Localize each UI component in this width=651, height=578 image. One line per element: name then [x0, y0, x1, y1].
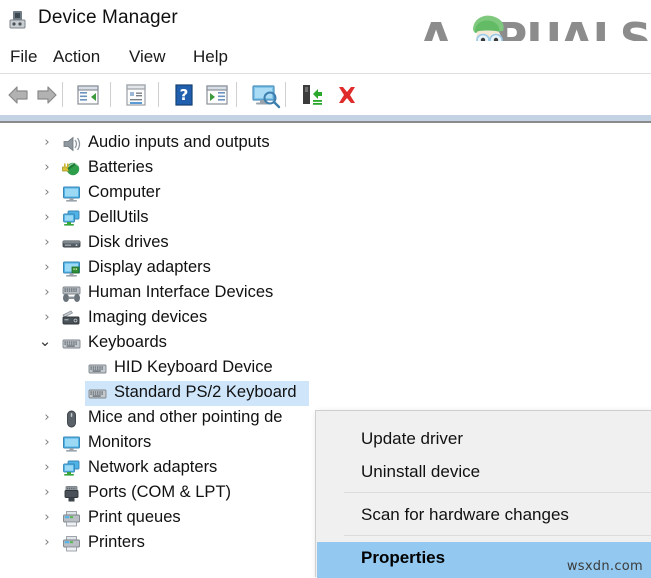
chevron-right-icon[interactable]: › [40, 436, 54, 450]
watermark: wsxdn.com [566, 559, 643, 574]
chevron-right-icon[interactable]: › [40, 486, 54, 500]
tree-row-label: Keyboards [88, 333, 167, 351]
toolbar-separator [285, 82, 286, 107]
context-menu-item-label: Scan for hardware changes [361, 505, 569, 524]
tree-row[interactable]: › Display adapters [0, 256, 651, 281]
chevron-right-icon[interactable]: › [40, 511, 54, 525]
tree-row-label: Human Interface Devices [88, 283, 274, 301]
tree-row-label: Network adapters [88, 458, 218, 476]
help-icon[interactable]: ? [170, 81, 198, 109]
menu-view[interactable]: View [127, 47, 168, 67]
uninstall-device-icon[interactable] [333, 81, 361, 109]
menu-bar: File Action View Help [0, 41, 651, 74]
tree-row[interactable]: › Disk drives [0, 231, 651, 256]
toolbar-separator [62, 82, 63, 107]
chevron-right-icon[interactable]: › [40, 311, 54, 325]
tree-row-label: Audio inputs and outputs [88, 133, 270, 151]
enable-device-icon[interactable] [297, 81, 325, 109]
keyboard-icon [88, 385, 107, 403]
keyboard-icon [62, 335, 81, 353]
speaker-icon [62, 135, 81, 153]
device-manager-icon [8, 9, 30, 31]
chevron-right-icon[interactable]: › [40, 286, 54, 300]
menu-action[interactable]: Action [51, 47, 102, 67]
tree-row-label: Standard PS/2 Keyboard [114, 383, 297, 401]
printer-icon [62, 535, 81, 553]
toolbar-separator [110, 82, 111, 107]
tree-row-label: Display adapters [88, 258, 211, 276]
imaging-device-icon [62, 310, 81, 328]
context-menu-item-label: Update driver [361, 429, 464, 448]
svg-text:?: ? [180, 86, 189, 104]
tree-row[interactable]: HID Keyboard Device [0, 356, 651, 381]
chevron-down-icon[interactable]: ⌄ [38, 334, 52, 349]
chevron-right-icon[interactable]: › [40, 261, 54, 275]
context-menu-item-label: Properties [361, 548, 446, 567]
network-adapter-icon [62, 460, 81, 478]
update-driver-icon[interactable] [203, 81, 231, 109]
dellutils-icon [62, 210, 81, 228]
tree-row-label: HID Keyboard Device [114, 358, 273, 376]
chevron-right-icon[interactable]: › [40, 236, 54, 250]
context-menu[interactable]: Update driver Uninstall device Scan for … [315, 410, 651, 578]
toolbar-separator [236, 82, 237, 107]
context-menu-separator [344, 492, 651, 493]
tree-row-label: Print queues [88, 508, 181, 526]
chevron-right-icon[interactable]: › [40, 136, 54, 150]
context-menu-item-uninstall-device[interactable]: Uninstall device [317, 456, 651, 489]
tree-row-label: Mice and other pointing de [88, 408, 283, 426]
monitor-icon [62, 435, 81, 453]
properties-icon[interactable] [122, 81, 150, 109]
tree-row-selected[interactable]: Standard PS/2 Keyboard [0, 381, 651, 406]
tree-row-label: Computer [88, 183, 161, 201]
battery-icon [62, 160, 81, 178]
tree-row-label: Printers [88, 533, 145, 551]
keyboard-icon [88, 360, 107, 378]
tree-row[interactable]: › Computer [0, 181, 651, 206]
chevron-right-icon[interactable]: › [40, 536, 54, 550]
tree-row-label: Imaging devices [88, 308, 208, 326]
display-adapter-icon [62, 260, 81, 278]
tree-row[interactable]: ⌄ Keyboards [0, 331, 651, 356]
show-hidden-pane-icon[interactable] [74, 81, 102, 109]
chevron-right-icon[interactable]: › [40, 186, 54, 200]
back-arrow-icon[interactable] [5, 81, 33, 109]
page-title: Device Manager [38, 7, 178, 28]
forward-arrow-icon[interactable] [32, 81, 60, 109]
chevron-right-icon[interactable]: › [40, 161, 54, 175]
tree-row-label: Batteries [88, 158, 154, 176]
tree-row-label: Monitors [88, 433, 152, 451]
mouse-icon [62, 410, 81, 428]
chevron-right-icon[interactable]: › [40, 211, 54, 225]
printer-icon [62, 510, 81, 528]
port-icon [62, 485, 81, 503]
computer-icon [62, 185, 81, 203]
menu-help[interactable]: Help [191, 47, 230, 67]
hid-icon [62, 285, 81, 303]
context-menu-item-update-driver[interactable]: Update driver [317, 423, 651, 456]
tree-row[interactable]: › Imaging devices [0, 306, 651, 331]
tree-row-label: Disk drives [88, 233, 169, 251]
toolbar: ? [0, 74, 651, 115]
chevron-right-icon[interactable]: › [40, 411, 54, 425]
toolbar-separator [158, 82, 159, 107]
tree-row[interactable]: › Human Interface Devices [0, 281, 651, 306]
chevron-right-icon[interactable]: › [40, 461, 54, 475]
tree-row[interactable]: › Audio inputs and outputs [0, 131, 651, 156]
menu-file[interactable]: File [8, 47, 39, 67]
scan-hardware-changes-icon[interactable] [248, 81, 282, 109]
context-menu-item-properties[interactable]: Properties wsxdn.com [317, 542, 651, 578]
tree-row[interactable]: › DellUtils [0, 206, 651, 231]
disk-drive-icon [62, 235, 81, 253]
context-menu-separator [344, 535, 651, 536]
context-menu-item-scan-hardware-changes[interactable]: Scan for hardware changes [317, 499, 651, 532]
tree-row-label: DellUtils [88, 208, 149, 226]
tree-row[interactable]: › Batteries [0, 156, 651, 181]
tree-row-label: Ports (COM & LPT) [88, 483, 232, 501]
context-menu-item-label: Uninstall device [361, 462, 481, 481]
